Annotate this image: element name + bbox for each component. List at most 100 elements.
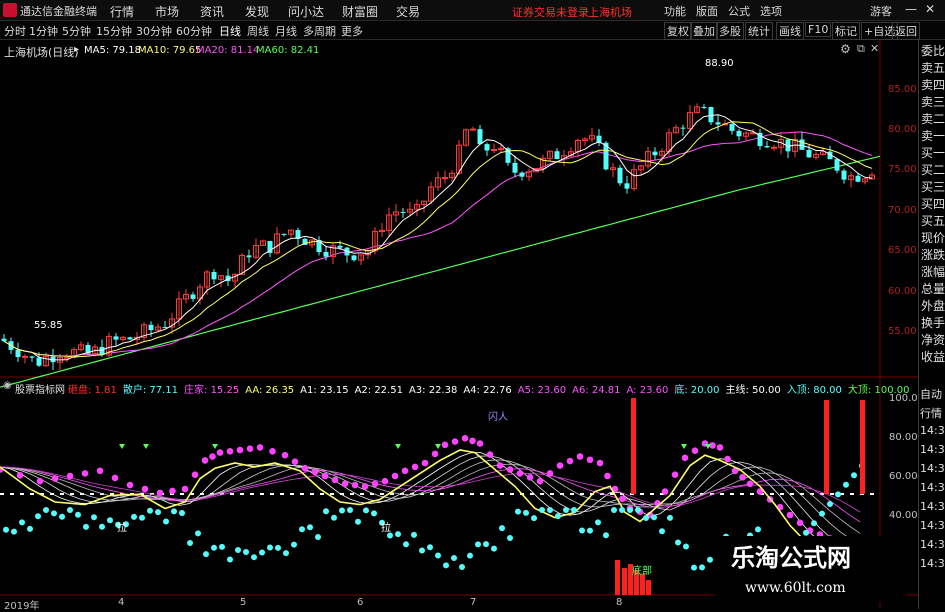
login-warning[interactable]: 证券交易未登录 [512,4,589,20]
menu-market[interactable]: 市场 [155,3,179,20]
side-item[interactable]: 外盘 [921,299,945,313]
retail-dot [227,556,233,563]
ma60-label: MA60: 82.41 [256,45,320,56]
stats-button[interactable]: 统计 [745,22,773,40]
banker-dot [546,470,554,477]
banker-dot [226,448,234,455]
side-item[interactable]: 买五 [921,214,945,228]
retail-dot [411,531,417,538]
menu-options[interactable]: 选项 [760,3,782,19]
menu-ask[interactable]: 问小达 [288,3,324,20]
candle-body [715,122,721,125]
retail-dot [59,513,65,520]
retail-dot [75,511,81,518]
side-item[interactable]: 委比 [921,44,945,58]
draw-button[interactable]: 画线 [776,22,804,40]
date-label-year: 2019年 [4,601,40,612]
period-daily[interactable]: 日线 [219,23,241,39]
period-15min[interactable]: 15分钟 [96,23,132,39]
side-time-item[interactable]: 14:30 [920,481,945,494]
side-time-item[interactable]: 14:30 [920,443,945,456]
settings-gear-icon[interactable]: ⚙ [840,42,851,56]
menu-trade[interactable]: 交易 [396,3,420,20]
app-title: 通达信金融终端 [20,5,97,18]
retail-dot [483,541,489,548]
side-item[interactable]: 卖三 [921,95,945,109]
menu-quotes[interactable]: 行情 [110,3,134,20]
period-monthly[interactable]: 月线 [275,23,297,39]
side-item[interactable]: 总量 [921,282,945,296]
period-1min[interactable]: 1分钟 [29,23,58,39]
side-time-item[interactable]: 14:30 [920,462,945,475]
menu-discover[interactable]: 发现 [245,3,269,20]
menu-wealth[interactable]: 财富圈 [342,3,378,20]
guest-label[interactable]: 游客 [870,3,892,19]
retail-dot [683,543,689,550]
side-item[interactable]: 收益 [921,350,945,364]
side-time-item[interactable]: 14:30 [920,519,945,532]
period-multi[interactable]: 多周期 [303,23,336,39]
side-item[interactable]: 卖二 [921,112,945,126]
minimize-icon[interactable]: — [905,2,917,16]
period-weekly[interactable]: 周线 [247,23,269,39]
menu-formula[interactable]: 公式 [728,3,750,19]
candle-body [477,129,483,145]
retail-dot [395,531,401,538]
retail-dot [475,541,481,548]
retail-dot [635,507,641,513]
side-item[interactable]: 净资 [921,333,945,347]
side-item[interactable]: 现价 [921,231,945,245]
period-60min[interactable]: 60分钟 [176,23,212,39]
side-time-item[interactable]: 14:30 [920,500,945,513]
f10-button[interactable]: F10 [805,22,832,37]
candle-body [771,146,777,149]
adjust-button[interactable]: 复权 [664,22,692,40]
indicator-toggle-icon[interactable]: ◉ [3,380,12,391]
period-more[interactable]: 更多 [341,23,363,39]
exit-mark: 闪人 [488,412,508,423]
retail-dot [179,509,185,516]
panel-restore-icon[interactable]: ⧉ [857,42,865,56]
side-time-item[interactable]: 14:30 [920,538,945,551]
period-30min[interactable]: 30分钟 [136,23,172,39]
candle-body [701,106,707,108]
multi-stock-button[interactable]: 多股 [716,22,744,40]
menu-function[interactable]: 功能 [664,3,686,19]
side-item[interactable]: 涨幅 [921,265,945,279]
mark-button[interactable]: 标记 [832,22,860,40]
side-item[interactable]: 买二 [921,163,945,177]
side-item[interactable]: 买一 [921,146,945,160]
banker-dot [796,519,804,527]
retail-dot [299,526,305,533]
banker-dot [51,475,59,482]
retail-dot [251,554,257,561]
side-time-item[interactable]: 行情 [920,405,942,421]
side-item[interactable]: 换手 [921,316,945,330]
side-item[interactable]: 涨跌 [921,248,945,262]
menu-news[interactable]: 资讯 [200,3,224,20]
date-label: 8 [616,597,623,608]
bottom-bar [640,574,645,595]
side-item[interactable]: 买三 [921,180,945,194]
period-timeshare[interactable]: 分时 [4,23,26,39]
back-button[interactable]: 返回 [892,22,920,40]
side-time-item[interactable]: 自动 [920,386,942,402]
side-item[interactable]: 卖四 [921,78,945,92]
side-item[interactable]: 买四 [921,197,945,211]
side-item[interactable]: 卖五 [921,61,945,75]
panel-close-icon[interactable]: ✕ [870,42,879,55]
ma-toggle-icon[interactable]: ▸ [74,44,79,55]
retail-dot [147,507,153,514]
retail-dot [611,507,617,513]
period-5min[interactable]: 5分钟 [62,23,91,39]
close-icon[interactable]: ✕ [925,2,935,16]
menu-layout[interactable]: 版面 [696,3,718,19]
overlay-button[interactable]: 叠加 [690,22,718,40]
candle-body [190,294,196,299]
banker-dot [111,474,119,482]
side-item[interactable]: 卖一 [921,129,945,143]
candle-body [512,162,518,173]
side-time-item[interactable]: 14:30 [920,424,945,437]
side-time-item[interactable]: 14:30 [920,557,945,570]
banker-dot [506,466,514,473]
